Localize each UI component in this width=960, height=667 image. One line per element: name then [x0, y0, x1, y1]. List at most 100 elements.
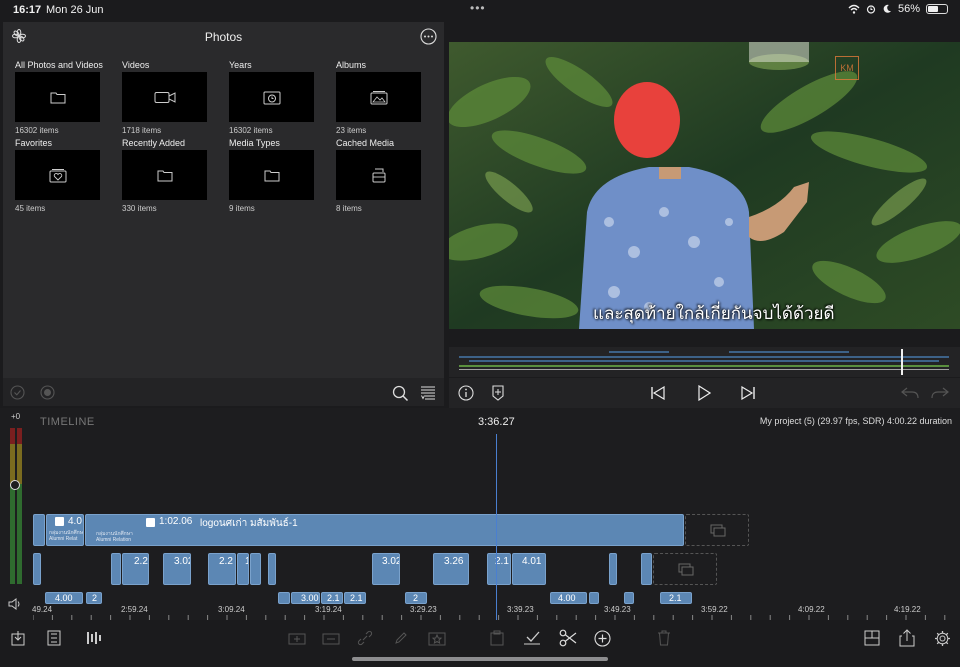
- timeline-clip[interactable]: 3.00: [291, 592, 320, 604]
- folder-icon: [157, 170, 172, 181]
- redo-icon[interactable]: [931, 384, 949, 402]
- video-subtitle: และสุดท้ายใกล้เกี่ยกันจบได้ด้วยดี: [593, 304, 835, 323]
- clip-placeholder-icon: [710, 524, 726, 537]
- status-time: 16:17: [13, 4, 42, 16]
- folder-icon: [50, 92, 65, 103]
- layout-icon[interactable]: [862, 628, 882, 648]
- album-all-photos[interactable]: All Photos and Videos 16302 items: [15, 60, 115, 135]
- home-indicator[interactable]: [352, 657, 608, 661]
- audio-meter-label: +0: [11, 412, 21, 421]
- share-icon[interactable]: [897, 628, 917, 648]
- photos-header: Photos: [3, 22, 444, 50]
- timeline-clip[interactable]: 2.2: [208, 553, 236, 585]
- album-albums[interactable]: Albums 23 items: [336, 60, 436, 135]
- timeline-clip[interactable]: 2.1: [344, 592, 366, 604]
- checkbox-icon[interactable]: [522, 628, 542, 648]
- clip-type-icon: [55, 517, 64, 526]
- timeline-clip[interactable]: 4.00: [45, 592, 83, 604]
- timeline-clip[interactable]: 3.02: [372, 553, 400, 585]
- timeline-clip[interactable]: 3.26: [433, 553, 469, 585]
- empty-clip-slot[interactable]: [685, 514, 749, 546]
- ruler-label: 3:59.22: [701, 605, 728, 614]
- replace-clip-icon[interactable]: [321, 628, 341, 648]
- overview-scrubber[interactable]: [449, 347, 960, 377]
- timeline-clip[interactable]: 2: [405, 592, 427, 604]
- albums-icon: [370, 90, 387, 104]
- album-favorites[interactable]: Favorites 45 items: [15, 138, 115, 213]
- timeline-clip[interactable]: [609, 553, 617, 585]
- radio-target-icon[interactable]: [39, 384, 55, 400]
- video-preview[interactable]: และสุดท้ายใกล้เกี่ยกันจบได้ด้วยดี KM: [449, 42, 960, 329]
- volume-knob[interactable]: [10, 480, 20, 490]
- more-options-icon[interactable]: [419, 27, 437, 45]
- timeline-clip[interactable]: [278, 592, 290, 604]
- playhead[interactable]: [496, 434, 497, 620]
- undo-icon[interactable]: [901, 384, 919, 402]
- album-media-types[interactable]: Media Types 9 items: [229, 138, 329, 213]
- status-bar: 16:17 Mon 26 Jun ••• 56%: [0, 0, 960, 20]
- timeline-clip[interactable]: [268, 553, 276, 585]
- settings-gear-icon[interactable]: [932, 628, 952, 648]
- speaker-icon[interactable]: [7, 597, 23, 611]
- timeline-clip[interactable]: 2.2: [122, 553, 149, 585]
- sort-list-icon[interactable]: [419, 384, 437, 402]
- album-videos[interactable]: Videos 1718 items: [122, 60, 222, 135]
- skip-back-icon[interactable]: [649, 384, 667, 402]
- ruler-label: 3:09.24: [218, 605, 245, 614]
- timeline-panel[interactable]: +0 TIMELINE 3:36.27 My project (5) (29.9…: [0, 408, 960, 620]
- pencil-icon[interactable]: [391, 628, 411, 648]
- album-recently-added[interactable]: Recently Added 330 items: [122, 138, 222, 213]
- timeline-clip[interactable]: 1: [237, 553, 249, 585]
- info-icon[interactable]: [457, 384, 475, 402]
- empty-clip-slot[interactable]: [653, 553, 717, 585]
- waveform-icon[interactable]: [84, 628, 104, 648]
- battery-percent: 56%: [897, 3, 920, 15]
- link-icon[interactable]: [355, 628, 375, 648]
- play-icon[interactable]: [695, 384, 713, 402]
- timeline-clip[interactable]: 4.00: [550, 592, 587, 604]
- search-icon[interactable]: [391, 384, 409, 402]
- playhead-time: 3:36.27: [478, 416, 515, 428]
- skip-forward-icon[interactable]: [739, 384, 757, 402]
- album-years[interactable]: Years 16302 items: [229, 60, 329, 135]
- timeline-clip[interactable]: 2: [86, 592, 102, 604]
- timeline-clip[interactable]: 4.0 กลุ่มงานนักศึกษา Alumni Relat: [46, 514, 84, 546]
- clip-placeholder-icon: [678, 563, 694, 576]
- trash-icon[interactable]: [654, 628, 674, 648]
- multitasking-dots-icon[interactable]: •••: [470, 1, 486, 15]
- add-marker-icon[interactable]: [489, 384, 507, 402]
- favorite-star-icon[interactable]: [427, 628, 447, 648]
- import-media-icon[interactable]: [8, 628, 28, 648]
- timeline-clip[interactable]: 2.1: [660, 592, 692, 604]
- timeline-clip[interactable]: 4.01: [512, 553, 546, 585]
- timeline-clip[interactable]: 2.1: [321, 592, 343, 604]
- timeline-clip[interactable]: [250, 553, 261, 585]
- timeline-clip[interactable]: [33, 553, 41, 585]
- timeline-clip[interactable]: 3.02: [163, 553, 191, 585]
- preview-frame-image: [449, 42, 960, 329]
- timeline-clip[interactable]: [641, 553, 652, 585]
- list-view-icon[interactable]: [44, 628, 64, 648]
- transport-controls: [449, 378, 960, 408]
- album-cached-media[interactable]: Cached Media 8 items: [336, 138, 436, 213]
- timeline-clip[interactable]: 2.1: [487, 553, 511, 585]
- add-circle-icon[interactable]: [592, 628, 612, 648]
- timeline-clip[interactable]: [33, 514, 45, 546]
- ruler-label: 3:49.23: [604, 605, 631, 614]
- main-timeline-clip[interactable]: 1:02.06 logoนศเก่า มสัมพันธ์-1 กลุ่มงานน…: [85, 514, 684, 546]
- scissors-icon[interactable]: [558, 628, 578, 648]
- heart-album-icon: [49, 168, 66, 182]
- clipboard-icon[interactable]: [487, 628, 507, 648]
- watermark-logo-icon: KM: [835, 56, 859, 80]
- project-info: My project (5) (29.97 fps, SDR) 4:00.22 …: [759, 416, 952, 426]
- timeline-label: TIMELINE: [40, 416, 95, 428]
- ruler-label: 3:19.24: [315, 605, 342, 614]
- timeline-clip[interactable]: [589, 592, 599, 604]
- ruler-label: 2:59.24: [121, 605, 148, 614]
- timeline-clip[interactable]: [111, 553, 121, 585]
- select-check-icon[interactable]: [9, 384, 25, 400]
- folder-icon: [264, 170, 279, 181]
- timeline-clip[interactable]: [624, 592, 634, 604]
- calendar-clock-icon: [263, 91, 280, 104]
- insert-clip-icon[interactable]: [287, 628, 307, 648]
